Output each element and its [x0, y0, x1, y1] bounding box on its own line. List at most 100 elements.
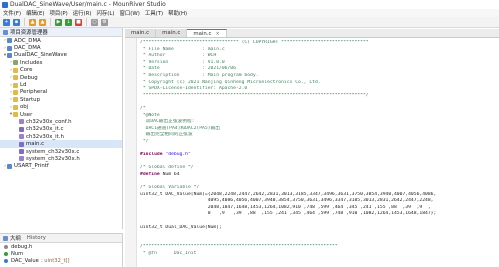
- outline-icon: [3, 235, 8, 241]
- settings-button[interactable]: ⚙: [101, 18, 108, 26]
- editor-tab-label: main.c: [131, 30, 150, 36]
- menu-item[interactable]: 编辑(E): [26, 9, 44, 17]
- code-token: /***************************************…: [140, 244, 338, 250]
- code-line: 2048,1847,1648,1453,1264,1082,910 ,748 ,…: [140, 205, 496, 212]
- tree-item-label: User: [20, 111, 33, 118]
- variable-icon: [4, 258, 8, 263]
- window-title: DualDAC_SineWave/User/main.c - MounRiver…: [10, 1, 166, 8]
- code-line: * Author : WCH: [140, 53, 496, 60]
- code-line: ****************************************…: [140, 93, 496, 100]
- tree-item-label: USART_Printf: [14, 163, 49, 170]
- code-token: 0 ,9 ,39 ,88 ,155 ,241 ,345 ,464 ,599 ,7…: [140, 211, 437, 217]
- stop-button[interactable]: ■: [75, 18, 82, 26]
- tree-item[interactable]: › USART_Printf: [0, 163, 122, 170]
- header-file-icon: [19, 134, 24, 140]
- tree-item[interactable]: › ADC_DMA: [0, 37, 122, 44]
- project-explorer-icon: [3, 29, 8, 35]
- outline-item-label: Num: [11, 250, 24, 257]
- tree-item-label: system_ch32v30x.h: [26, 155, 80, 162]
- menu-item[interactable]: 闪存(L): [96, 9, 114, 17]
- editor-tab[interactable]: main.c: [156, 29, 188, 37]
- outline-item[interactable]: Num: [0, 250, 122, 257]
- menu-item[interactable]: 运行(R): [73, 9, 92, 17]
- outline-item[interactable]: debug.h: [0, 243, 122, 250]
- code-token: /*: [140, 105, 146, 111]
- outline-item-type: : uint32_t[]: [40, 257, 70, 264]
- tree-item-label: Peripheral: [20, 89, 48, 96]
- project-icon: [7, 38, 12, 44]
- menu-item[interactable]: 帮助(H): [168, 9, 187, 17]
- tree-item[interactable]: › Startup: [0, 96, 122, 103]
- menu-item[interactable]: 文件(F): [3, 9, 21, 17]
- tree-item[interactable]: system_ch32v30x.c: [0, 148, 122, 155]
- code-token: uint32_t DAC_Value[Num]={2048,2248,2447,…: [140, 191, 437, 197]
- tree-item-label: DAC_DMA: [14, 45, 41, 52]
- tree-item[interactable]: main.c: [0, 140, 122, 148]
- menu-item[interactable]: 窗口(W): [119, 9, 139, 17]
- save-button[interactable]: ▪: [13, 18, 20, 26]
- header-file-icon: [19, 156, 24, 162]
- tree-item[interactable]: ch32v30x_conf.h: [0, 118, 122, 125]
- tree-item-label: ch32v30x_it.c: [26, 126, 64, 133]
- code-token: * Description : Main program body.: [140, 72, 259, 78]
- tree-item[interactable]: › Core: [0, 67, 122, 74]
- folder-icon: [13, 75, 18, 81]
- build-button[interactable]: ▲: [29, 18, 36, 26]
- editor-tab[interactable]: main.c: [125, 29, 157, 37]
- editor-gutter: [125, 38, 137, 267]
- code-line: * Date : 2021/06/06: [140, 66, 496, 73]
- tree-item[interactable]: ch32v30x_it.h: [0, 133, 122, 140]
- tree-item[interactable]: ch32v30x_it.c: [0, 126, 122, 133]
- editor-tab[interactable]: main.c ×: [187, 29, 227, 37]
- tree-item[interactable]: › obj: [0, 104, 122, 111]
- code-line: 输出完全相同的正弦波: [140, 132, 496, 139]
- code-token: * Date : 2021/06/06: [140, 66, 236, 72]
- build-all-button[interactable]: ▲: [39, 18, 46, 26]
- project-icon: [7, 163, 12, 169]
- menu-item[interactable]: 工具(T): [145, 9, 163, 17]
- code-line: DAC1通道(PA4)和DAC2(PA5)输出: [140, 126, 496, 133]
- tree-item[interactable]: system_ch32v30x.h: [0, 155, 122, 162]
- tree-item[interactable]: ▾ User: [0, 111, 122, 118]
- folder-icon: [13, 104, 18, 110]
- code-token: Num 64: [162, 171, 180, 177]
- outline-panel: 大纲 History debug.h Num DAC_Value: uint32_t…: [0, 233, 123, 267]
- menu-item[interactable]: 项目(P): [50, 9, 68, 17]
- tree-item[interactable]: ▾ DualDAC_SineWave: [0, 52, 122, 59]
- code-token: *@Note: [140, 112, 160, 118]
- tree-item-label: Core: [20, 67, 33, 74]
- code-token: * Author : WCH: [140, 53, 217, 59]
- debug-button[interactable]: ▶: [55, 18, 62, 26]
- tree-item-label: obj: [20, 104, 29, 111]
- code-token: * Version : V1.0.0: [140, 59, 225, 65]
- tree-item-label: Debug: [20, 74, 38, 81]
- download-button[interactable]: ↓: [65, 18, 72, 26]
- code-line: * Version : V1.0.0: [140, 60, 496, 67]
- tree-item[interactable]: › Ld: [0, 81, 122, 88]
- title-bar: DualDAC_SineWave/User/main.c - MounRiver…: [0, 0, 499, 9]
- editor-tab-label: main.c: [193, 30, 212, 37]
- outline-tab-label[interactable]: 大纲: [10, 234, 21, 242]
- history-tab-label[interactable]: History: [27, 235, 46, 241]
- outline-item[interactable]: DAC_Value: uint32_t[]: [0, 257, 122, 264]
- new-file-button[interactable]: +: [3, 18, 10, 26]
- menu-bar: 文件(F) 编辑(E) 项目(P) 运行(R) 闪存(L) 窗口(W) 工具(T) 帮助(H): [0, 9, 499, 17]
- close-icon[interactable]: ×: [215, 31, 219, 37]
- outline-item-label: DAC_Value: [11, 257, 39, 264]
- editor-tab-bar: main.c main.c main.c ×: [125, 29, 499, 38]
- code-token: /* Global Variable */: [140, 185, 200, 191]
- search-button[interactable]: ○: [91, 18, 98, 26]
- tree-item[interactable]: › DAC_DMA: [0, 44, 122, 51]
- tree-item[interactable]: › Peripheral: [0, 89, 122, 96]
- tree-item[interactable]: › Includes: [0, 59, 122, 66]
- toolbar-separator: [86, 18, 87, 26]
- code-area[interactable]: /********************************** (C) …: [140, 40, 496, 258]
- code-token: "debug.h": [165, 152, 191, 158]
- code-editor[interactable]: /********************************** (C) …: [125, 38, 499, 267]
- tree-item[interactable]: › Debug: [0, 74, 122, 81]
- editor-tab-label: main.c: [162, 30, 181, 36]
- code-line: 0 ,9 ,39 ,88 ,155 ,241 ,345 ,464 ,599 ,7…: [140, 211, 496, 218]
- project-explorer-tab[interactable]: 项目资源管理器: [0, 28, 122, 37]
